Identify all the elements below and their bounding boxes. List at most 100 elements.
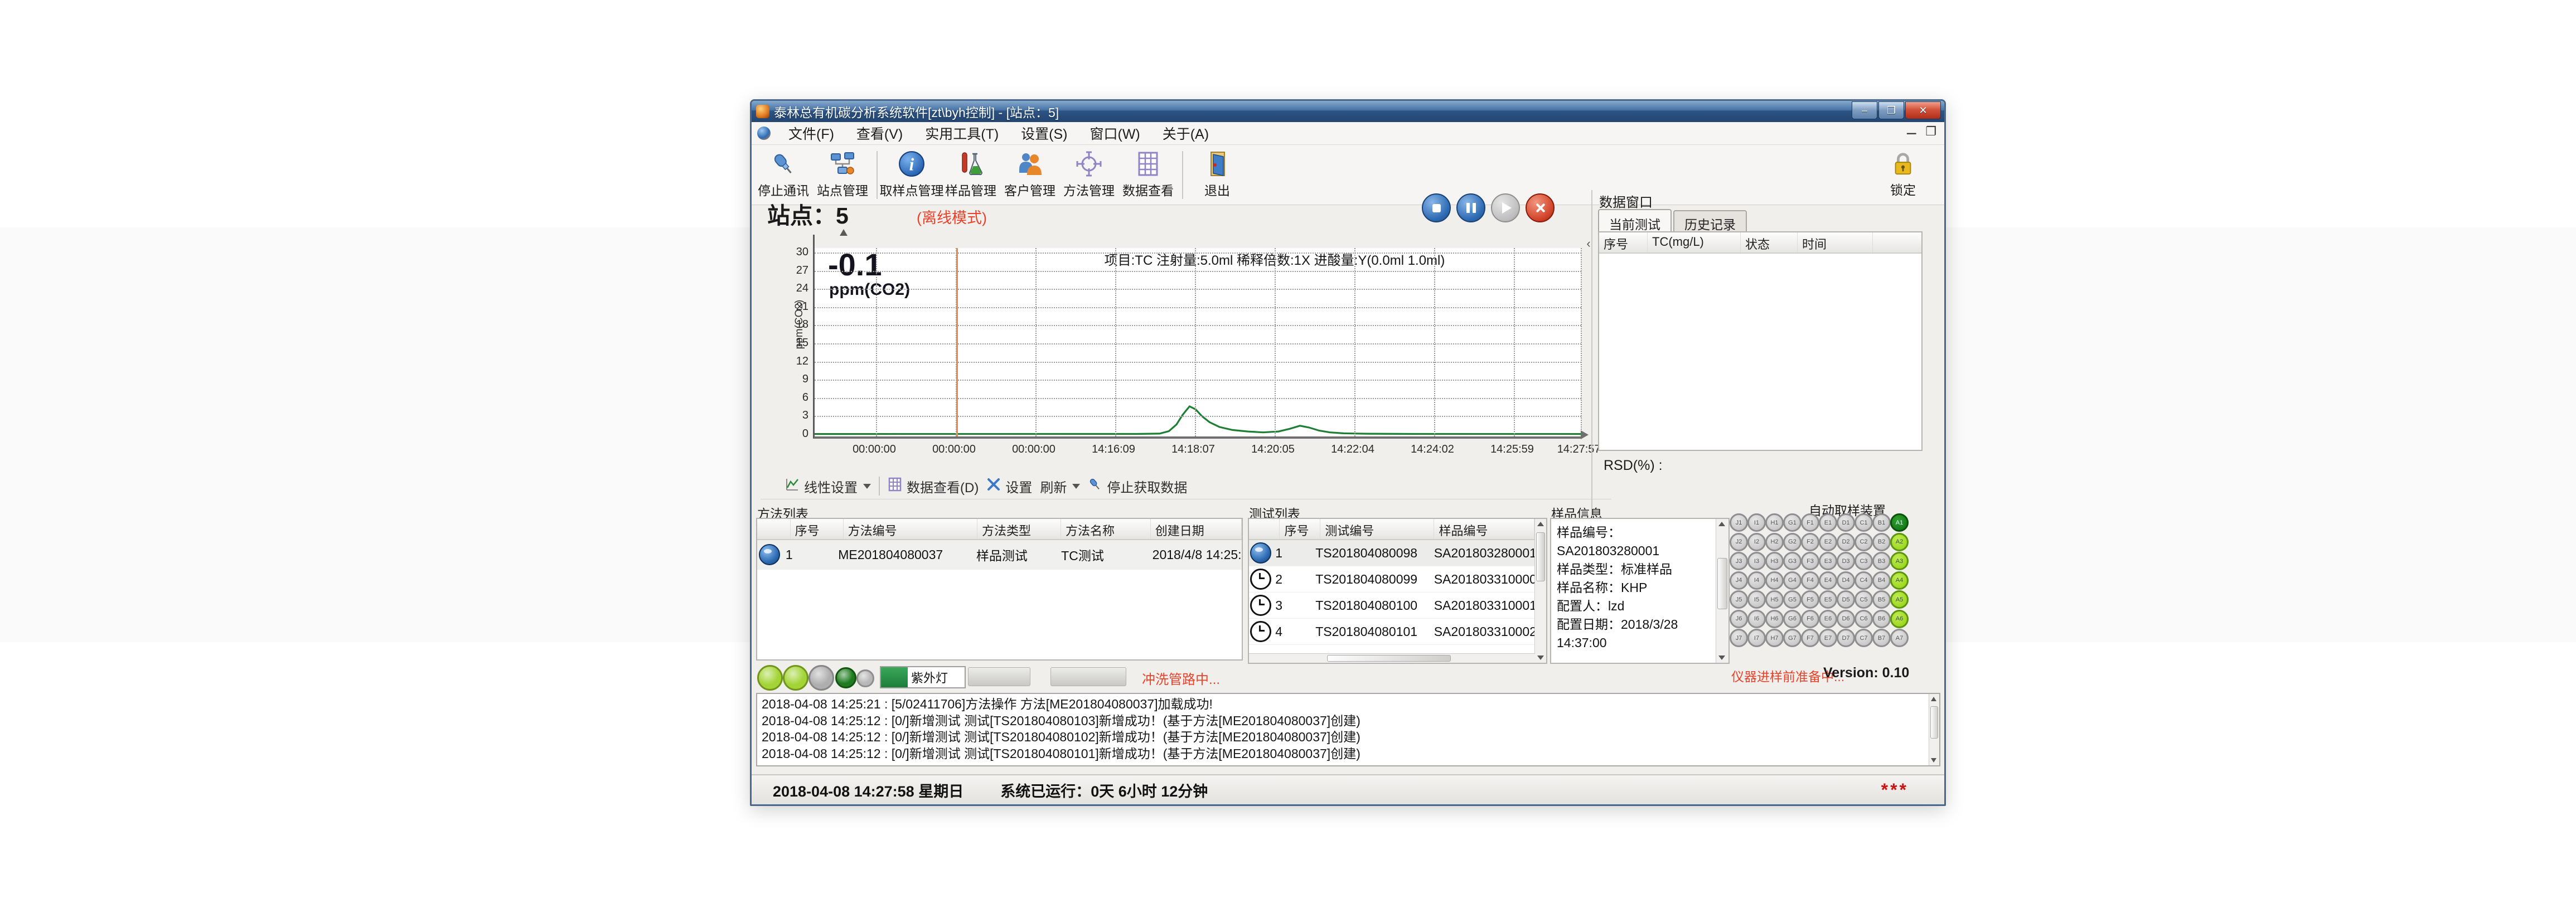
vial-position-J5[interactable]: J5 bbox=[1730, 590, 1748, 609]
vial-position-I1[interactable]: I1 bbox=[1747, 513, 1766, 532]
scrollbar-thumb[interactable] bbox=[1717, 558, 1727, 609]
menu-settings[interactable]: 设置(S) bbox=[1010, 121, 1078, 145]
pause-run-button[interactable] bbox=[1456, 193, 1485, 222]
menu-about[interactable]: 关于(A) bbox=[1151, 121, 1220, 145]
vial-position-J7[interactable]: J7 bbox=[1730, 629, 1748, 647]
vial-position-F5[interactable]: F5 bbox=[1801, 590, 1819, 609]
vial-position-D3[interactable]: D3 bbox=[1837, 552, 1855, 570]
column-header[interactable]: 方法编号 bbox=[844, 519, 977, 539]
column-header[interactable]: 测试编号 bbox=[1320, 519, 1434, 539]
column-header[interactable]: 样品编号 bbox=[1434, 519, 1534, 539]
vial-position-B3[interactable]: B3 bbox=[1872, 552, 1891, 570]
vial-position-E4[interactable]: E4 bbox=[1819, 571, 1837, 590]
vial-position-A5[interactable]: A5 bbox=[1890, 590, 1909, 609]
vial-position-C2[interactable]: C2 bbox=[1854, 533, 1873, 551]
vial-position-F7[interactable]: F7 bbox=[1801, 629, 1819, 647]
refresh-button[interactable]: 刷新 bbox=[1040, 477, 1080, 496]
toolbar-sample-mgmt-button[interactable]: 样品管理 bbox=[941, 148, 1000, 202]
toolbar-sampling-point-button[interactable]: i 取样点管理 bbox=[882, 148, 941, 202]
test-row[interactable]: 2TS201804080099SA201803310000 bbox=[1249, 566, 1534, 593]
linear-settings-button[interactable]: 线性设置 bbox=[785, 477, 871, 496]
column-header[interactable]: 创建日期 bbox=[1151, 519, 1242, 539]
vial-position-E2[interactable]: E2 bbox=[1819, 533, 1837, 551]
vial-position-A2[interactable]: A2 bbox=[1890, 533, 1909, 551]
chart-settings-button[interactable]: 设置 bbox=[986, 477, 1032, 496]
menu-view[interactable]: 查看(V) bbox=[845, 121, 914, 145]
vial-position-E1[interactable]: E1 bbox=[1819, 513, 1837, 532]
vial-position-C7[interactable]: C7 bbox=[1854, 629, 1873, 647]
vial-position-G4[interactable]: G4 bbox=[1783, 571, 1802, 590]
abort-run-button[interactable] bbox=[1526, 193, 1555, 222]
test-list-vertical-scrollbar[interactable] bbox=[1534, 519, 1546, 663]
chart-cursor-line[interactable] bbox=[956, 248, 958, 436]
vial-position-A4[interactable]: A4 bbox=[1890, 571, 1909, 590]
vial-position-G2[interactable]: G2 bbox=[1783, 533, 1802, 551]
vial-position-B5[interactable]: B5 bbox=[1872, 590, 1891, 609]
scroll-down-icon[interactable] bbox=[1931, 758, 1936, 763]
close-button[interactable]: ✕ bbox=[1905, 101, 1941, 119]
test-row[interactable]: 4TS201804080101SA201803310002 bbox=[1249, 619, 1534, 645]
vial-position-I4[interactable]: I4 bbox=[1747, 571, 1766, 590]
vial-position-I6[interactable]: I6 bbox=[1747, 610, 1766, 628]
scroll-down-icon[interactable] bbox=[1718, 656, 1725, 660]
vial-position-J2[interactable]: J2 bbox=[1730, 533, 1748, 551]
chart-plot[interactable]: 项目:TC 注射量:5.0ml 稀释倍数:1X 进酸量:Y(0.0ml 1.0m… bbox=[813, 248, 1581, 439]
vial-position-G7[interactable]: G7 bbox=[1783, 629, 1802, 647]
title-bar[interactable]: 泰林总有机碳分析系统软件[zt\byh控制] - [站点：5] – ❐ ✕ bbox=[752, 101, 1944, 122]
vial-position-E6[interactable]: E6 bbox=[1819, 610, 1837, 628]
column-header[interactable]: 序号 bbox=[791, 519, 844, 539]
column-header[interactable]: 序号 bbox=[1599, 232, 1648, 253]
vial-position-D6[interactable]: D6 bbox=[1837, 610, 1855, 628]
column-header-icon[interactable] bbox=[1249, 519, 1280, 539]
vial-position-C5[interactable]: C5 bbox=[1854, 590, 1873, 609]
vial-position-C1[interactable]: C1 bbox=[1854, 513, 1873, 532]
vial-position-I2[interactable]: I2 bbox=[1747, 533, 1766, 551]
mdi-restore-button[interactable]: ❐ bbox=[1925, 124, 1936, 142]
vial-position-F3[interactable]: F3 bbox=[1801, 552, 1819, 570]
scrollbar-thumb[interactable] bbox=[1327, 655, 1451, 662]
vial-position-G6[interactable]: G6 bbox=[1783, 610, 1802, 628]
vial-position-C3[interactable]: C3 bbox=[1854, 552, 1873, 570]
toolbar-customer-mgmt-button[interactable]: 客户管理 bbox=[1000, 148, 1059, 202]
column-header[interactable]: 时间 bbox=[1798, 232, 1873, 253]
vial-position-A7[interactable]: A7 bbox=[1890, 629, 1909, 647]
event-log-scrollbar[interactable] bbox=[1929, 694, 1939, 765]
vial-position-H4[interactable]: H4 bbox=[1765, 571, 1784, 590]
vial-position-A3[interactable]: A3 bbox=[1890, 552, 1909, 570]
vial-position-F2[interactable]: F2 bbox=[1801, 533, 1819, 551]
vial-position-H3[interactable]: H3 bbox=[1765, 552, 1784, 570]
restore-button[interactable]: ❐ bbox=[1878, 101, 1904, 119]
play-run-button[interactable] bbox=[1491, 193, 1520, 222]
test-row[interactable]: 1TS201804080098SA201803280001 bbox=[1249, 540, 1534, 566]
vial-position-G3[interactable]: G3 bbox=[1783, 552, 1802, 570]
vial-position-A1[interactable]: A1 bbox=[1890, 513, 1909, 532]
vial-position-G5[interactable]: G5 bbox=[1783, 590, 1802, 609]
lock-button[interactable]: 锁定 bbox=[1876, 148, 1930, 202]
test-row[interactable]: 3TS201804080100SA201803310001 bbox=[1249, 593, 1534, 619]
vial-position-B2[interactable]: B2 bbox=[1872, 533, 1891, 551]
method-row[interactable]: 1ME201804080037样品测试TC测试2018/4/8 14:25:12 bbox=[757, 540, 1242, 570]
scroll-down-icon[interactable] bbox=[1537, 656, 1544, 660]
column-header[interactable]: 序号 bbox=[1280, 519, 1320, 539]
vial-position-J6[interactable]: J6 bbox=[1730, 610, 1748, 628]
vial-position-H2[interactable]: H2 bbox=[1765, 533, 1784, 551]
vial-position-A6[interactable]: A6 bbox=[1890, 610, 1909, 628]
event-log[interactable]: 2018-04-08 14:25:21 : [5/02411706]方法操作 方… bbox=[756, 693, 1940, 766]
vial-position-B7[interactable]: B7 bbox=[1872, 629, 1891, 647]
vial-position-B1[interactable]: B1 bbox=[1872, 513, 1891, 532]
vial-position-F4[interactable]: F4 bbox=[1801, 571, 1819, 590]
vial-position-H6[interactable]: H6 bbox=[1765, 610, 1784, 628]
vial-position-D1[interactable]: D1 bbox=[1837, 513, 1855, 532]
vial-position-D7[interactable]: D7 bbox=[1837, 629, 1855, 647]
toolbar-stop-comm-button[interactable]: 停止通讯 bbox=[754, 148, 813, 202]
menu-window[interactable]: 窗口(W) bbox=[1079, 121, 1151, 145]
test-list-horizontal-scrollbar[interactable] bbox=[1249, 653, 1535, 663]
vial-position-G1[interactable]: G1 bbox=[1783, 513, 1802, 532]
vial-position-E3[interactable]: E3 bbox=[1819, 552, 1837, 570]
sample-info-scrollbar[interactable] bbox=[1716, 519, 1728, 663]
vial-position-E7[interactable]: E7 bbox=[1819, 629, 1837, 647]
vial-position-I7[interactable]: I7 bbox=[1747, 629, 1766, 647]
vial-position-D5[interactable]: D5 bbox=[1837, 590, 1855, 609]
minimize-button[interactable]: – bbox=[1852, 101, 1877, 119]
vial-position-H1[interactable]: H1 bbox=[1765, 513, 1784, 532]
